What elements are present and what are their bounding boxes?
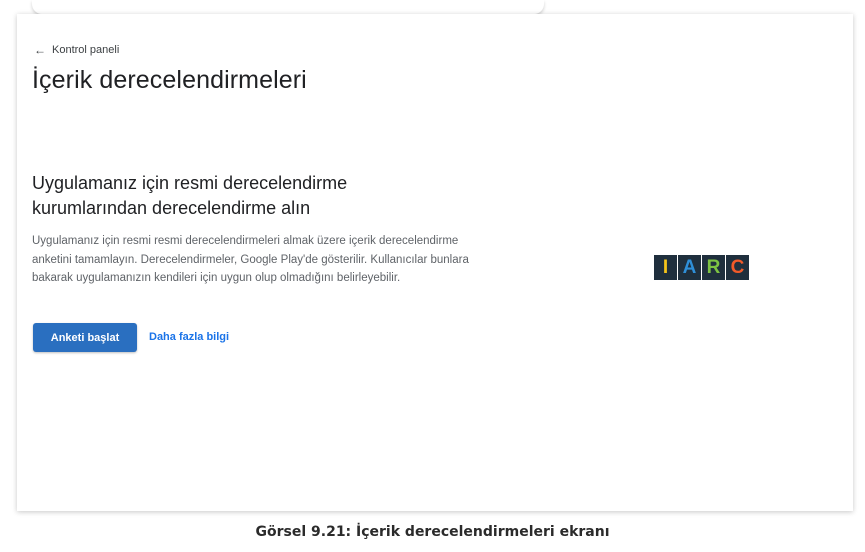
iarc-letter-c: C xyxy=(726,255,749,280)
iarc-letter-i: I xyxy=(654,255,677,280)
page-title: İçerik derecelendirmeleri xyxy=(32,66,307,94)
learn-more-link[interactable]: Daha fazla bilgi xyxy=(149,331,229,343)
iarc-letter-r: R xyxy=(702,255,725,280)
iarc-logo: I A R C xyxy=(654,255,749,280)
start-questionnaire-button[interactable]: Anketi başlat xyxy=(33,323,137,352)
section-description: Uygulamanız için resmi resmi derecelendi… xyxy=(32,235,469,284)
arrow-left-icon: ← xyxy=(34,43,46,57)
back-link-label: Kontrol paneli xyxy=(52,44,120,56)
section-heading: Uygulamanız için resmi derecelendirme ku… xyxy=(32,173,348,218)
content-panel: ← Kontrol paneli İçerik derecelendirmele… xyxy=(17,14,853,511)
page: ← Kontrol paneli İçerik derecelendirmele… xyxy=(0,0,865,552)
iarc-letter-a: A xyxy=(678,255,701,280)
previous-card-edge xyxy=(32,0,544,14)
back-to-dashboard-link[interactable]: ← Kontrol paneli xyxy=(34,44,119,56)
figure-caption: Görsel 9.21: İçerik derecelendirmeleri e… xyxy=(255,524,610,540)
